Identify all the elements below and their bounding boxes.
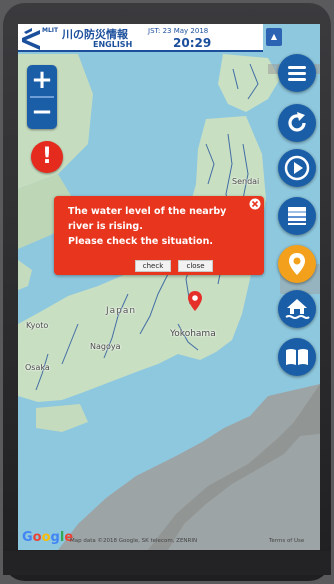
alert-button[interactable]: ! [31,141,63,173]
map-screen[interactable]: MLIT 川の防災情報 ENGLISH JST: 23 May 2018 20:… [18,24,320,550]
header-collapse-button[interactable]: ▲ [266,28,282,46]
terms-of-use-link[interactable]: Terms of Use [269,538,304,544]
menu-button[interactable] [278,54,316,92]
layers-icon [288,207,306,225]
check-button[interactable]: check [135,260,171,272]
refresh-icon [288,112,306,132]
map-label-nagoya: Nagoya [90,342,121,351]
shelter-button[interactable] [278,290,316,328]
map-attribution: Map data ©2018 Google, SK telecom, ZENRI… [70,538,198,544]
mlit-logo-text: MLIT [42,27,59,34]
device-bottom-bezel [3,551,331,575]
zoom-control: + − [27,65,57,129]
zoom-in-button[interactable]: + [27,66,57,96]
header-date: JST: 23 May 2018 [148,27,209,35]
map-canvas[interactable] [18,24,320,550]
location-button[interactable] [278,245,316,283]
google-logo: Google [22,530,74,545]
hamburger-icon [288,66,306,81]
dialog-close-icon[interactable] [249,198,261,210]
water-level-alert-dialog: The water level of the nearby river is r… [54,196,264,275]
map-label-japan: Japan [106,306,137,316]
refresh-button[interactable] [278,104,316,142]
mlit-logo-icon [22,28,40,50]
current-location-marker-icon[interactable] [188,291,202,311]
header-time: 20:29 [173,36,212,50]
map-label-osaka: Osaka [25,363,50,372]
play-icon [284,155,310,181]
alert-message: The water level of the nearby river is r… [68,206,227,247]
book-icon [286,349,308,365]
english-language-link[interactable]: ENGLISH [93,40,132,49]
guide-button[interactable] [278,338,316,376]
exclamation-icon: ! [41,144,53,169]
play-button[interactable] [278,149,316,187]
location-pin-icon [289,253,305,275]
map-label-yokohama: Yokohama [170,329,216,339]
app-header: MLIT 川の防災情報 ENGLISH JST: 23 May 2018 20:… [18,24,263,52]
layers-button[interactable] [278,197,316,235]
triangle-up-icon: ▲ [270,32,278,41]
map-label-kyoto: Kyoto [26,321,49,330]
zoom-out-button[interactable]: − [27,98,57,128]
phone-frame: MLIT 川の防災情報 ENGLISH JST: 23 May 2018 20:… [3,3,331,581]
close-button[interactable]: close [178,260,213,272]
map-label-sendai: Sendai [232,177,260,186]
house-flood-icon [285,299,310,319]
